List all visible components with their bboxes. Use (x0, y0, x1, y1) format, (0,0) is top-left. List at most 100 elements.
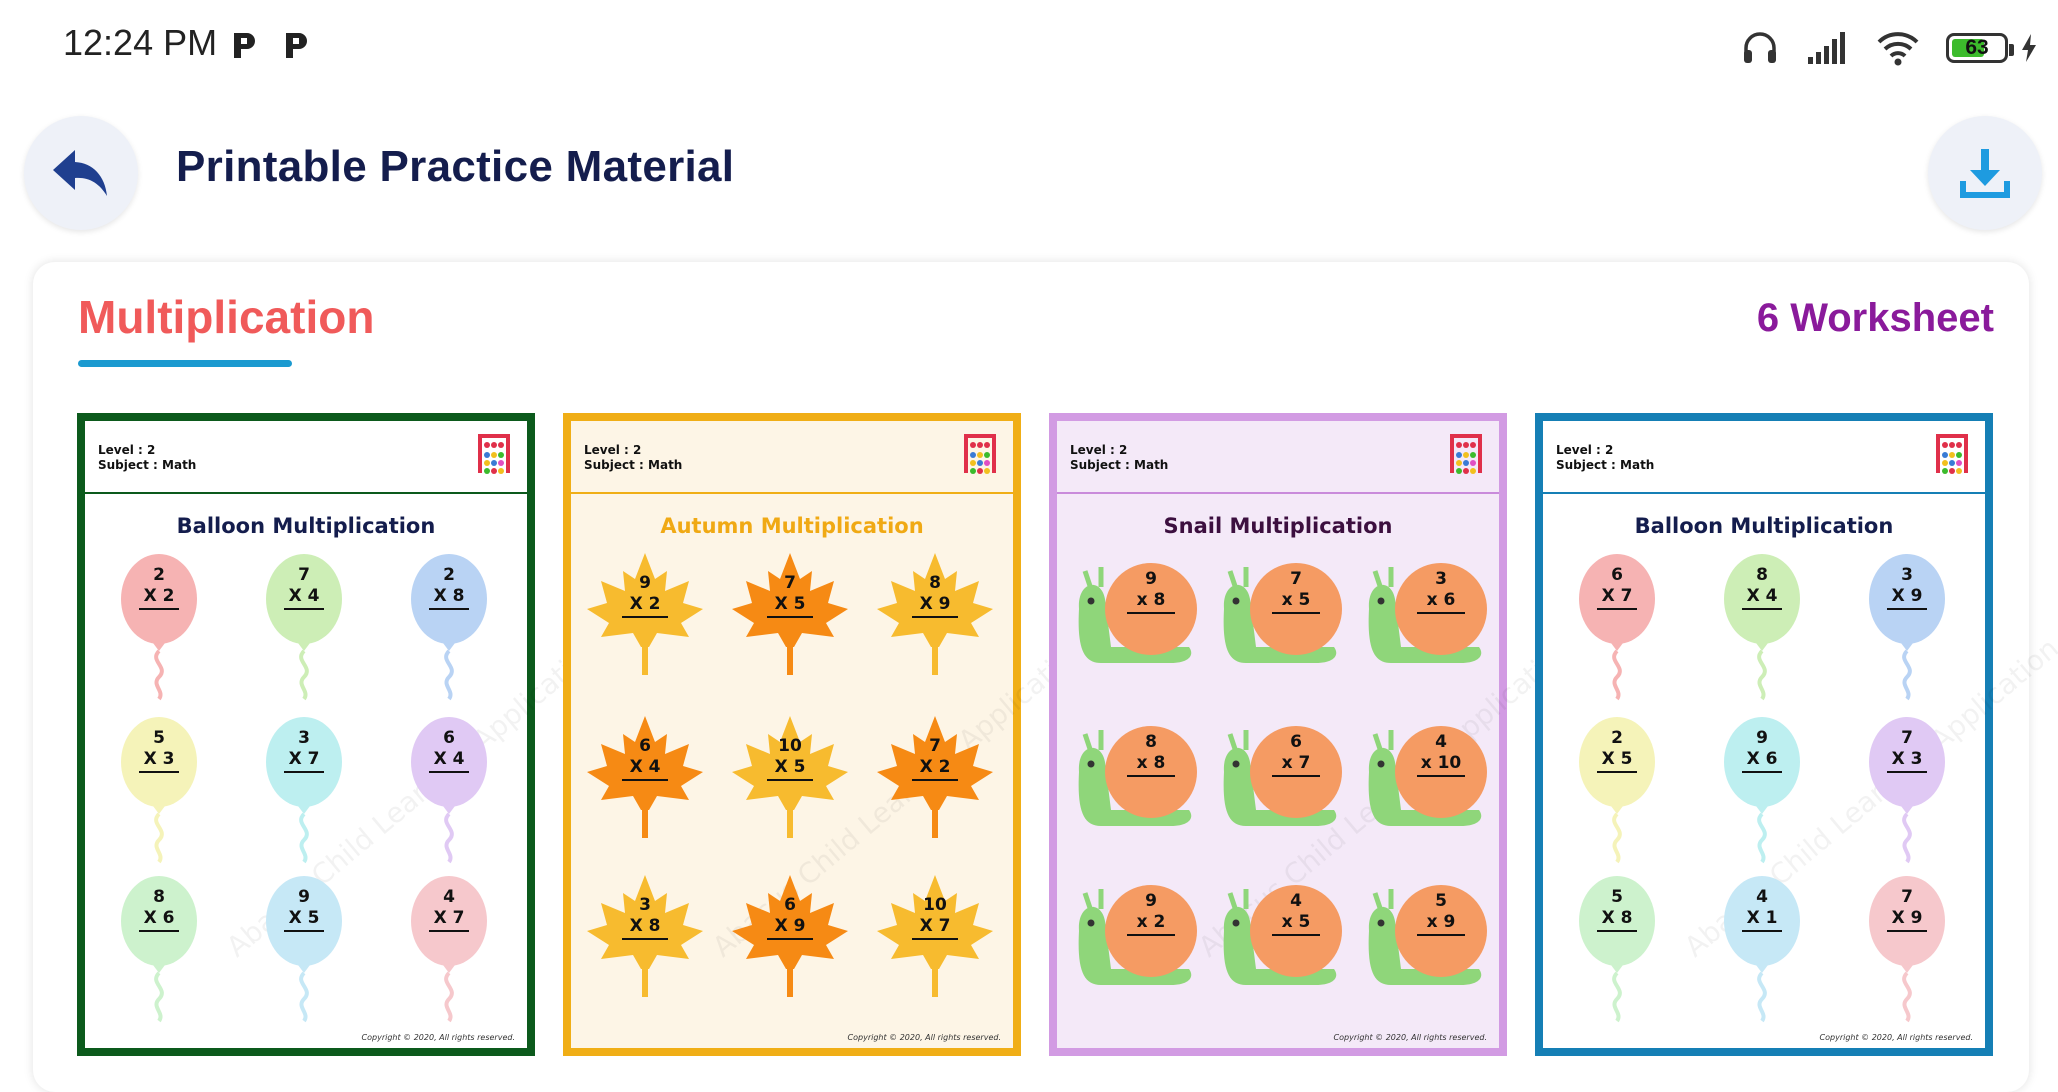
problem-top: 9 (1145, 891, 1157, 911)
problem-top: 8 (929, 573, 941, 593)
multiplication-problem: 2 X 8 (429, 565, 469, 610)
download-button[interactable] (1928, 116, 2042, 230)
worksheet-copyright: Copyright © 2020, All rights reserved. (1819, 1033, 1973, 1042)
problem-top: 2 (443, 565, 455, 585)
worksheet-subject: Subject : Math (1556, 458, 1655, 472)
problem-top: 2 (1611, 728, 1623, 748)
problem-bottom: X 4 (284, 586, 324, 610)
multiplication-problem: 8 X 6 (139, 887, 179, 932)
problem-top: 4 (1290, 891, 1302, 911)
worksheet-level: Level : 2 (1070, 443, 1128, 457)
problem-top: 5 (153, 728, 165, 748)
multiplication-problem: 5 X 3 (139, 728, 179, 773)
problem-bottom: X 5 (1597, 749, 1637, 773)
abacus-logo-icon (964, 434, 996, 474)
problem-top: 3 (1435, 569, 1447, 589)
problem-bottom: X 1 (1742, 908, 1782, 932)
snail-item: 5 x 9 (1361, 873, 1491, 1023)
worksheet-card[interactable]: Level : 2 Subject : Math Snail Multiplic… (1049, 413, 1579, 1056)
worksheet-subject: Subject : Math (98, 458, 197, 472)
multiplication-problem: 4 X 1 (1742, 887, 1782, 932)
multiplication-problem: 8 x 8 (1127, 732, 1175, 777)
charging-icon (2022, 34, 2036, 62)
problem-top: 8 (153, 887, 165, 907)
problem-bottom: X 2 (912, 757, 958, 781)
balloon-item: 9 X 6 (1702, 714, 1832, 864)
problem-bottom: X 6 (139, 908, 179, 932)
abacus-logo-icon (1936, 434, 1968, 474)
problem-bottom: x 8 (1127, 753, 1175, 777)
multiplication-problem: 10 X 7 (912, 895, 958, 940)
balloon-item: 5 X 8 (1557, 873, 1687, 1023)
problem-bottom: x 9 (1417, 912, 1465, 936)
balloon-item: 6 X 7 (1557, 551, 1687, 701)
abacus-logo-icon (478, 434, 510, 474)
problem-bottom: X 3 (1887, 749, 1927, 773)
problem-bottom: X 3 (139, 749, 179, 773)
problem-top: 3 (1901, 565, 1913, 585)
back-button[interactable] (24, 116, 138, 230)
problem-top: 9 (1756, 728, 1768, 748)
multiplication-problem: 9 X 5 (284, 887, 324, 932)
multiplication-problem: 7 X 9 (1887, 887, 1927, 932)
problem-bottom: X 4 (622, 757, 668, 781)
balloon-item: 2 X 2 (99, 551, 229, 701)
status-icons: 63 (1740, 20, 2038, 76)
problem-bottom: x 10 (1417, 753, 1465, 777)
problem-bottom: x 7 (1272, 753, 1320, 777)
balloon-item: 7 X 3 (1847, 714, 1977, 864)
snail-item: 4 x 5 (1216, 873, 1346, 1023)
status-time: 12:24 PM (63, 22, 218, 63)
problem-bottom: X 8 (1597, 908, 1637, 932)
worksheet-card[interactable]: Level : 2 Subject : Math Balloon Multipl… (1535, 413, 2058, 1056)
multiplication-problem: 4 X 7 (429, 887, 469, 932)
multiplication-problem: 6 X 9 (767, 895, 813, 940)
multiplication-problem: 10 X 5 (767, 736, 813, 781)
problem-top: 7 (1290, 569, 1302, 589)
problem-bottom: x 6 (1417, 590, 1465, 614)
leaf-item: 9 X 2 (585, 551, 715, 701)
battery-level: 63 (1965, 36, 1989, 59)
problem-top: 4 (443, 887, 455, 907)
problem-bottom: X 7 (429, 908, 469, 932)
problem-bottom: X 6 (1742, 749, 1782, 773)
multiplication-problem: 7 X 2 (912, 736, 958, 781)
snail-item: 9 x 8 (1071, 551, 1201, 701)
balloon-item: 7 X 9 (1847, 873, 1977, 1023)
balloon-item: 4 X 7 (389, 873, 519, 1023)
multiplication-problem: 4 x 10 (1417, 732, 1465, 777)
problem-top: 5 (1611, 887, 1623, 907)
balloon-item: 8 X 6 (99, 873, 229, 1023)
problem-bottom: X 5 (284, 908, 324, 932)
problem-top: 7 (298, 565, 310, 585)
worksheet-title: Autumn Multiplication (660, 514, 924, 538)
problem-top: 6 (639, 736, 651, 756)
problem-bottom: X 2 (622, 594, 668, 618)
multiplication-problem: 2 X 5 (1597, 728, 1637, 773)
problem-top: 6 (1611, 565, 1623, 585)
leaf-item: 10 X 7 (875, 873, 1005, 1023)
problem-bottom: X 5 (767, 594, 813, 618)
abacus-logo-icon (1450, 434, 1482, 474)
problem-top: 10 (923, 895, 947, 915)
problem-bottom: X 9 (1887, 586, 1927, 610)
worksheet-card[interactable]: Level : 2 Subject : Math Autumn Multipli… (563, 413, 1093, 1056)
problem-top: 10 (778, 736, 802, 756)
worksheet-count: 6 Worksheet (1756, 296, 1994, 340)
multiplication-problem: 9 X 6 (1742, 728, 1782, 773)
leaf-item: 10 X 5 (730, 714, 860, 864)
signal-icon (1808, 32, 1845, 64)
problem-top: 6 (443, 728, 455, 748)
problem-top: 9 (298, 887, 310, 907)
battery-icon: 63 (1946, 33, 2014, 63)
snail-item: 9 x 2 (1071, 873, 1201, 1023)
snail-item: 4 x 10 (1361, 714, 1491, 864)
balloon-item: 6 X 4 (389, 714, 519, 864)
download-icon (1960, 149, 2010, 198)
worksheet-subject: Subject : Math (1070, 458, 1169, 472)
worksheet-copyright: Copyright © 2020, All rights reserved. (361, 1033, 515, 1042)
problem-top: 2 (153, 565, 165, 585)
problem-top: 7 (784, 573, 796, 593)
back-arrow-icon (53, 150, 107, 196)
worksheet-card[interactable]: Level : 2 Subject : Math Balloon Multipl… (77, 413, 607, 1056)
